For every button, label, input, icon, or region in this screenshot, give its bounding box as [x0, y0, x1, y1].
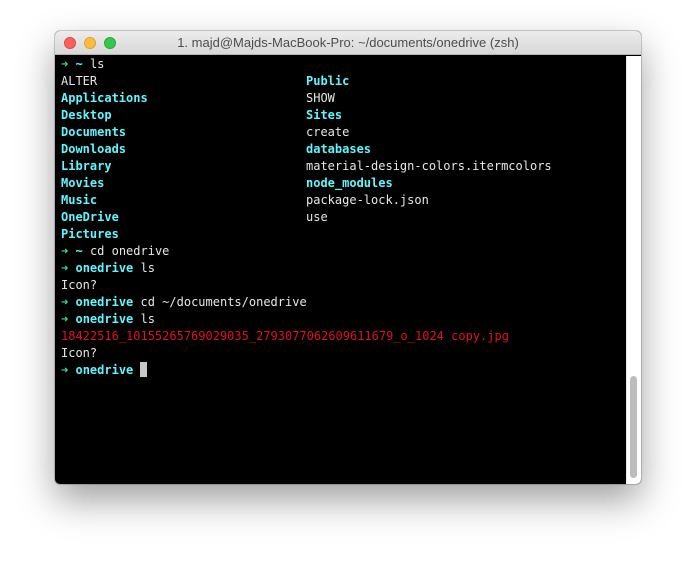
prompt-cwd: ~: [75, 57, 83, 71]
listing-entry: Icon?: [61, 278, 98, 292]
listing-row: ALTER Public: [61, 73, 621, 90]
listing-entry: Pictures: [61, 227, 119, 241]
listing-entry: package-lock.json: [306, 193, 429, 207]
listing-row: Documents create: [61, 124, 621, 141]
listing-entry: create: [306, 125, 350, 139]
scrollbar[interactable]: [626, 56, 641, 484]
text-cursor: [140, 362, 148, 377]
listing-row: Applications SHOW: [61, 90, 621, 107]
prompt-command: cd onedrive: [89, 244, 170, 258]
arrow-right-icon: ➜: [61, 363, 69, 377]
arrow-right-icon: ➜: [61, 312, 69, 326]
listing-entry: SHOW: [306, 91, 335, 105]
arrow-right-icon: ➜: [61, 261, 69, 275]
listing-entry: use: [306, 210, 328, 224]
listing-entry: Public: [306, 74, 350, 88]
listing-entry: Sites: [306, 108, 343, 122]
arrow-right-icon: ➜: [61, 295, 69, 309]
prompt-line: ➜ onedrive cd ~/documents/onedrive: [61, 294, 621, 311]
prompt-cwd: onedrive: [75, 312, 134, 326]
current-prompt-line[interactable]: ➜ onedrive: [61, 362, 621, 379]
listing-row: Pictures: [61, 226, 621, 243]
listing-entry: Movies: [61, 176, 105, 190]
listing-entry: databases: [306, 142, 372, 156]
listing-row: OneDrive use: [61, 209, 621, 226]
scrollbar-thumb[interactable]: [630, 376, 637, 478]
listing-entry: node_modules: [306, 176, 393, 190]
prompt-line: ➜ onedrive ls: [61, 311, 621, 328]
listing-entry: Music: [61, 193, 98, 207]
prompt-cwd: ~: [75, 244, 83, 258]
output-line: 18422516_10155265769029035_2793077062609…: [61, 328, 621, 345]
prompt-command: cd ~/documents/onedrive: [140, 295, 307, 309]
listing-entry: Icon?: [61, 346, 98, 360]
prompt-command: ls: [140, 312, 155, 326]
listing-row: Library material-design-colors.itermcolor…: [61, 158, 621, 175]
terminal-output[interactable]: ➜ ~ ls ALTER Public Applications SHOW Desk…: [61, 56, 621, 481]
arrow-right-icon: ➜: [61, 57, 69, 71]
listing-entry-image-file: 18422516_10155265769029035_2793077062609…: [61, 329, 509, 343]
listing-entry: OneDrive: [61, 210, 119, 224]
prompt-cwd: onedrive: [75, 295, 134, 309]
title-bar[interactable]: 1. majd@Majds-MacBook-Pro: ~/documents/o…: [55, 31, 641, 55]
listing-entry: material-design-colors.itermcolors: [306, 159, 552, 173]
listing-entry: Desktop: [61, 108, 112, 122]
prompt-command: ls: [140, 261, 155, 275]
listing-row: Downloads databases: [61, 141, 621, 158]
output-line: Icon?: [61, 277, 621, 294]
arrow-right-icon: ➜: [61, 244, 69, 258]
terminal-window: 1. majd@Majds-MacBook-Pro: ~/documents/o…: [55, 31, 641, 484]
listing-entry: Applications: [61, 91, 148, 105]
prompt-cwd: onedrive: [75, 261, 134, 275]
listing-row: Desktop Sites: [61, 107, 621, 124]
listing-entry: Downloads: [61, 142, 127, 156]
window-title: 1. majd@Majds-MacBook-Pro: ~/documents/o…: [177, 35, 519, 50]
prompt-command: ls: [89, 57, 105, 71]
listing-row: Music package-lock.json: [61, 192, 621, 209]
prompt-line: ➜ onedrive ls: [61, 260, 621, 277]
prompt-line: ➜ ~ cd onedrive: [61, 243, 621, 260]
prompt-cwd: onedrive: [75, 363, 134, 377]
listing-row: Movies node_modules: [61, 175, 621, 192]
output-line: Icon?: [61, 345, 621, 362]
prompt-line: ➜ ~ ls: [61, 56, 621, 73]
listing-entry: ALTER: [61, 74, 98, 88]
listing-entry: Documents: [61, 125, 127, 139]
listing-entry: Library: [61, 159, 112, 173]
